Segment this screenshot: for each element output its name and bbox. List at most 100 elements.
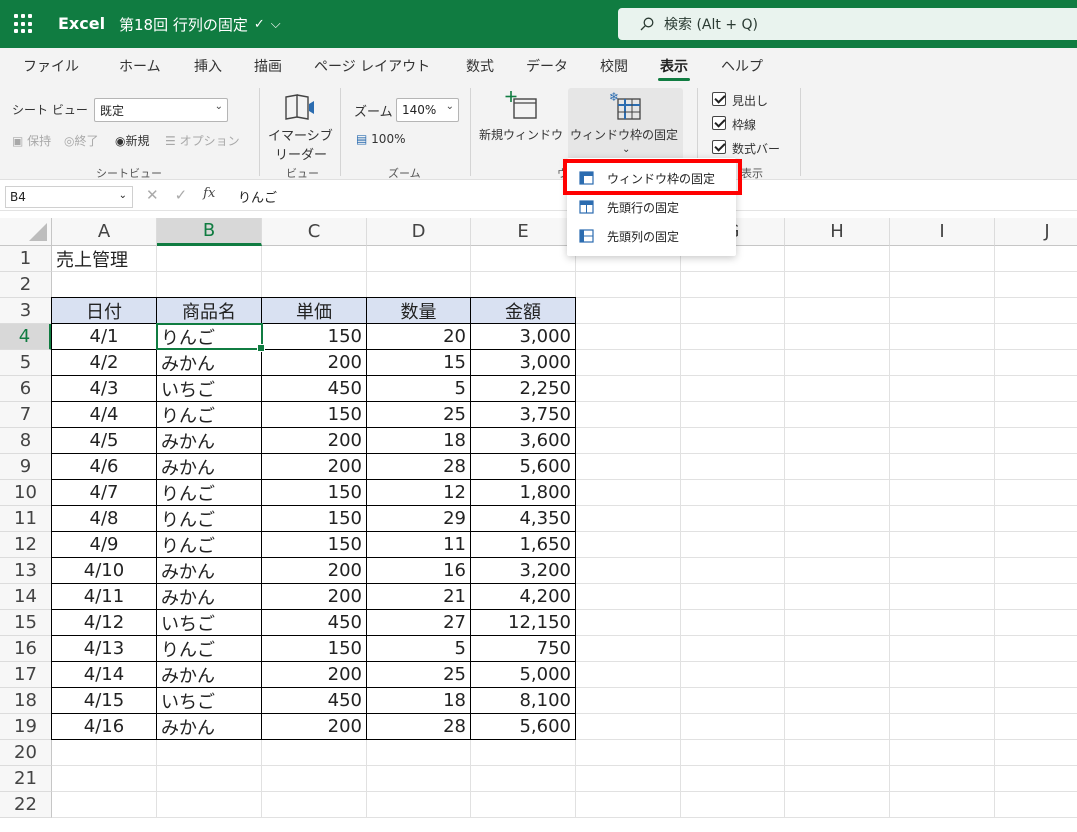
cell[interactable] <box>681 688 785 714</box>
table-header-cell[interactable]: 商品名 <box>157 297 262 324</box>
column-header-e[interactable]: E <box>471 218 576 246</box>
cell[interactable] <box>681 766 785 792</box>
cell[interactable] <box>681 636 785 662</box>
row-header-20[interactable]: 20 <box>0 740 52 766</box>
cell[interactable] <box>785 714 890 740</box>
cell[interactable] <box>890 402 995 428</box>
tab-formulas[interactable]: 数式 <box>466 56 494 76</box>
table-cell[interactable]: 4/16 <box>51 714 157 740</box>
table-cell[interactable]: みかん <box>157 428 262 454</box>
cell[interactable] <box>681 454 785 480</box>
cell[interactable] <box>681 714 785 740</box>
cell[interactable] <box>785 558 890 584</box>
cell[interactable] <box>995 324 1077 350</box>
cell[interactable] <box>576 714 681 740</box>
table-header-cell[interactable]: 金額 <box>471 297 576 324</box>
table-cell[interactable]: りんご <box>157 636 262 662</box>
table-cell[interactable]: りんご <box>157 324 262 350</box>
table-cell[interactable]: 4/2 <box>51 350 157 376</box>
cell[interactable] <box>890 376 995 402</box>
column-header-d[interactable]: D <box>367 218 471 246</box>
tab-file[interactable]: ファイル <box>23 56 79 76</box>
cell[interactable] <box>262 792 367 818</box>
table-cell[interactable]: いちご <box>157 376 262 402</box>
table-cell[interactable]: 29 <box>367 506 471 532</box>
document-title[interactable]: 第18回 行列の固定 ✓ ⌵ <box>119 14 281 35</box>
cell[interactable] <box>681 350 785 376</box>
cell[interactable] <box>681 402 785 428</box>
confirm-icon[interactable]: ✓ <box>175 186 188 204</box>
cell[interactable] <box>576 688 681 714</box>
cell[interactable] <box>576 324 681 350</box>
row-header-22[interactable]: 22 <box>0 792 52 818</box>
row-header-7[interactable]: 7 <box>0 402 52 428</box>
table-cell[interactable]: 12,150 <box>471 610 576 636</box>
cell[interactable] <box>681 376 785 402</box>
cell[interactable] <box>890 350 995 376</box>
row-header-9[interactable]: 9 <box>0 454 52 480</box>
table-cell[interactable]: 3,750 <box>471 402 576 428</box>
cell[interactable] <box>995 792 1077 818</box>
table-cell[interactable]: 750 <box>471 636 576 662</box>
cell[interactable] <box>576 610 681 636</box>
tab-data[interactable]: データ <box>526 56 568 76</box>
cell[interactable] <box>785 792 890 818</box>
table-cell[interactable]: いちご <box>157 610 262 636</box>
cell[interactable] <box>681 480 785 506</box>
new-window-button[interactable]: 新規ウィンドウ <box>476 88 568 160</box>
tab-home[interactable]: ホーム <box>119 56 161 76</box>
cell[interactable] <box>471 246 576 272</box>
cell[interactable] <box>785 350 890 376</box>
cell[interactable] <box>681 792 785 818</box>
table-cell[interactable]: 20 <box>367 324 471 350</box>
sheet-title-cell[interactable]: 売上管理 <box>52 246 157 272</box>
row-header-5[interactable]: 5 <box>0 350 52 376</box>
row-header-8[interactable]: 8 <box>0 428 52 454</box>
cell[interactable] <box>995 454 1077 480</box>
cell[interactable] <box>785 662 890 688</box>
table-cell[interactable]: 1,650 <box>471 532 576 558</box>
cell[interactable] <box>995 558 1077 584</box>
row-header-13[interactable]: 13 <box>0 558 52 584</box>
exit-button[interactable]: ◎終了 <box>64 132 99 149</box>
cell[interactable] <box>995 688 1077 714</box>
row-header-12[interactable]: 12 <box>0 532 52 558</box>
table-header-cell[interactable]: 単価 <box>262 297 367 324</box>
options-button[interactable]: ☰ オプション <box>165 132 240 149</box>
menu-item-freeze-first-column[interactable]: 先頭列の固定 <box>567 222 736 250</box>
table-cell[interactable]: 4,200 <box>471 584 576 610</box>
cell[interactable] <box>890 558 995 584</box>
cell[interactable] <box>995 584 1077 610</box>
cell[interactable] <box>785 766 890 792</box>
cell[interactable] <box>52 766 157 792</box>
row-header-1[interactable]: 1 <box>0 246 52 272</box>
table-cell[interactable]: みかん <box>157 662 262 688</box>
cell[interactable] <box>576 558 681 584</box>
table-cell[interactable]: みかん <box>157 454 262 480</box>
cell[interactable] <box>262 246 367 272</box>
table-cell[interactable]: 2,250 <box>471 376 576 402</box>
table-cell[interactable]: 450 <box>262 376 367 402</box>
cell[interactable] <box>681 584 785 610</box>
cell[interactable] <box>890 740 995 766</box>
new-sheet-view-button[interactable]: ◉新規 <box>115 132 150 149</box>
table-cell[interactable]: 15 <box>367 350 471 376</box>
table-cell[interactable]: みかん <box>157 558 262 584</box>
table-cell[interactable]: いちご <box>157 688 262 714</box>
tab-page-layout[interactable]: ページ レイアウト <box>314 56 430 76</box>
table-cell[interactable]: りんご <box>157 402 262 428</box>
cell[interactable] <box>995 350 1077 376</box>
cell[interactable] <box>890 428 995 454</box>
cell[interactable] <box>995 506 1077 532</box>
table-cell[interactable]: 200 <box>262 662 367 688</box>
cell[interactable] <box>995 610 1077 636</box>
table-cell[interactable]: みかん <box>157 350 262 376</box>
formula-input[interactable]: りんご <box>238 187 277 206</box>
cell[interactable] <box>681 298 785 324</box>
cell[interactable] <box>785 298 890 324</box>
app-launcher-icon[interactable] <box>14 14 34 34</box>
cell[interactable] <box>262 272 367 298</box>
cell[interactable] <box>995 636 1077 662</box>
cell[interactable] <box>995 246 1077 272</box>
table-cell[interactable]: 4/6 <box>51 454 157 480</box>
